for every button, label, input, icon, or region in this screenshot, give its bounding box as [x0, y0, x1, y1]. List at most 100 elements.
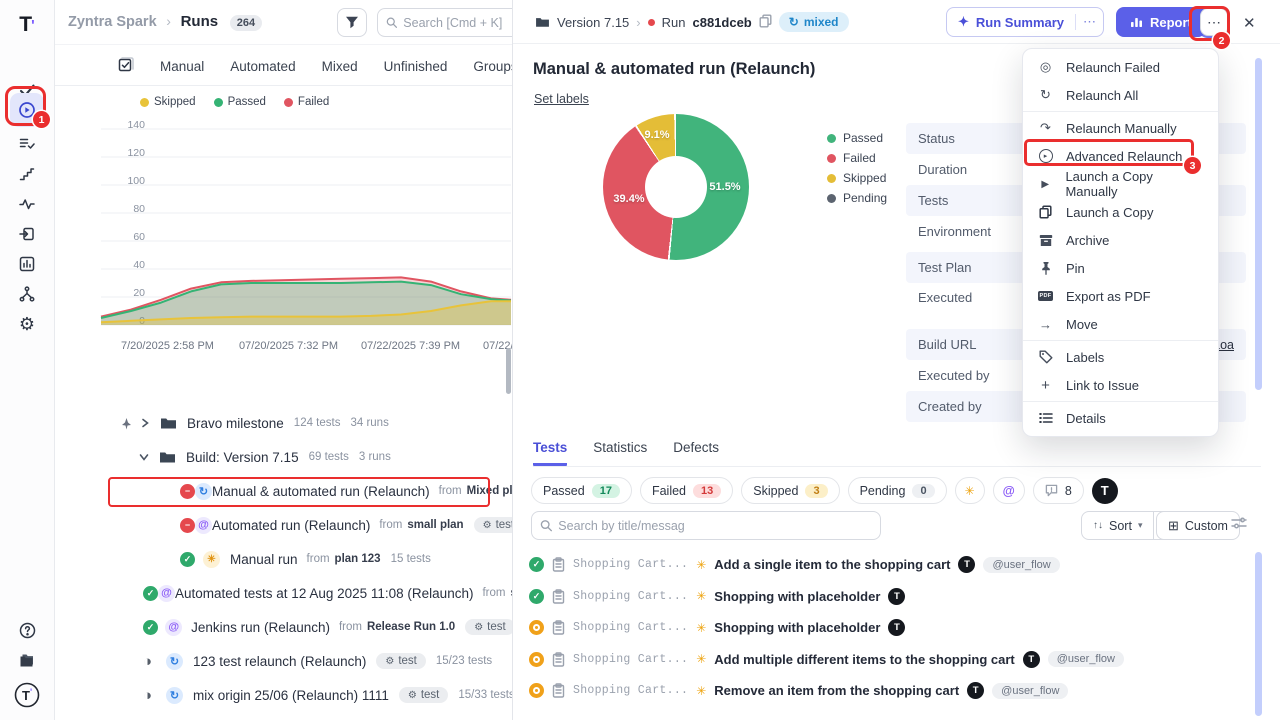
- version-crumb[interactable]: Version 7.15: [557, 15, 629, 30]
- runs-search[interactable]: [377, 8, 512, 37]
- menu-item-relaunch-manually[interactable]: ↷Relaunch Manually: [1023, 114, 1218, 142]
- runs-history-area-chart[interactable]: [100, 122, 512, 328]
- tree-row-run-mix-origin[interactable]: ◑ ↻ mix origin 25/06 (Relaunch) 1111 ⚙te…: [117, 678, 512, 712]
- legend-skipped[interactable]: Skipped: [140, 96, 196, 108]
- menu-item-launch-copy[interactable]: Launch a Copy: [1023, 198, 1218, 226]
- test-row[interactable]: Shopping Cart... ✳ Add multiple differen…: [529, 644, 1269, 676]
- run-name[interactable]: Automated run (Relaunch): [212, 518, 370, 533]
- copy-icon[interactable]: [759, 14, 772, 31]
- suite-name[interactable]: Shopping Cart...: [573, 621, 688, 634]
- milestone-name[interactable]: Bravo milestone: [187, 416, 284, 431]
- menu-item-launch-copy-manually[interactable]: ▶Launch a Copy Manually: [1023, 170, 1218, 198]
- menu-item-relaunch-failed[interactable]: ◎Relaunch Failed: [1023, 53, 1218, 81]
- tree-row-bravo-milestone[interactable]: Bravo milestone 124 tests 34 runs: [117, 406, 512, 440]
- assignee-badge[interactable]: T: [967, 682, 984, 699]
- test-label-badge[interactable]: ⚙test: [474, 517, 512, 533]
- filter-button[interactable]: [337, 8, 367, 37]
- run-id[interactable]: c881dceb: [692, 15, 751, 30]
- plan-name[interactable]: small plan: [407, 519, 463, 531]
- tag-user-flow[interactable]: @user_flow: [983, 557, 1059, 573]
- menu-item-pin[interactable]: Pin: [1023, 254, 1218, 282]
- tune-filters-icon[interactable]: [1231, 515, 1247, 534]
- filter-failed[interactable]: Failed13: [640, 477, 733, 504]
- legend-failed[interactable]: Failed: [284, 96, 329, 108]
- docs-folder-icon[interactable]: [10, 648, 44, 672]
- tests-scrollbar[interactable]: [1255, 552, 1262, 716]
- tree-row-run-123-relaunch[interactable]: ◑ ↻ 123 test relaunch (Relaunch) ⚙test 1…: [117, 644, 512, 678]
- tab-tests[interactable]: Tests: [533, 440, 567, 466]
- breadcrumb-project[interactable]: Zyntra Spark: [68, 14, 157, 30]
- menu-item-details[interactable]: Details: [1023, 404, 1218, 432]
- suite-name[interactable]: Shopping Cart...: [573, 684, 688, 697]
- plan-name[interactable]: plan 123: [335, 553, 381, 565]
- menu-item-move[interactable]: →Move: [1023, 310, 1218, 338]
- menu-item-link-to-issue[interactable]: +Link to Issue: [1023, 371, 1218, 399]
- menu-item-export-pdf[interactable]: PDFExport as PDF: [1023, 282, 1218, 310]
- tests-search[interactable]: [531, 511, 881, 540]
- suite-name[interactable]: Shopping Cart...: [573, 653, 688, 666]
- test-label-badge[interactable]: ⚙test: [376, 653, 426, 669]
- test-row[interactable]: ✓ Shopping Cart... ✳ Shopping with place…: [529, 581, 1269, 613]
- tag-user-flow[interactable]: @user_flow: [1048, 651, 1124, 667]
- assignee-badge[interactable]: T: [958, 556, 975, 573]
- tag-user-flow[interactable]: @user_flow: [992, 683, 1068, 699]
- test-row[interactable]: Shopping Cart... ✳ Shopping with placeho…: [529, 612, 1269, 644]
- sort-button[interactable]: ↑↓Sort▾: [1081, 511, 1154, 540]
- run-name[interactable]: mix origin 25/06 (Relaunch) 1111: [193, 688, 389, 703]
- activity-pulse-icon[interactable]: [10, 192, 44, 216]
- import-icon[interactable]: [10, 222, 44, 246]
- test-title[interactable]: Add multiple different items to the shop…: [714, 652, 1014, 667]
- assignee-badge[interactable]: T: [888, 619, 905, 636]
- left-scrollbar[interactable]: [506, 348, 511, 394]
- plan-name[interactable]: Mixed plan: [467, 485, 512, 497]
- suite-name[interactable]: Shopping Cart...: [573, 558, 688, 571]
- help-icon[interactable]: [10, 618, 44, 642]
- reports-chart-icon[interactable]: [10, 252, 44, 276]
- test-title[interactable]: Add a single item to the shopping cart: [714, 557, 950, 572]
- tab-groups[interactable]: Groups: [473, 59, 512, 74]
- test-label-badge[interactable]: ⚙test: [399, 687, 449, 703]
- assignee-badge[interactable]: T: [1023, 651, 1040, 668]
- tab-defects[interactable]: Defects: [673, 440, 719, 466]
- test-row[interactable]: ✓ Shopping Cart... ✳ Add a single item t…: [529, 549, 1269, 581]
- custom-button[interactable]: ⊞Custom: [1156, 511, 1240, 540]
- tab-automated[interactable]: Automated: [230, 59, 295, 74]
- report-button[interactable]: Report: [1116, 7, 1206, 37]
- filter-comments[interactable]: 8: [1033, 477, 1084, 504]
- ai-bot-button[interactable]: T: [1092, 478, 1118, 504]
- run-name[interactable]: Jenkins run (Relaunch): [191, 620, 330, 635]
- test-label-badge[interactable]: ⚙test: [465, 619, 512, 635]
- chevron-down-icon[interactable]: [139, 452, 149, 462]
- test-title[interactable]: Shopping with placeholder: [714, 589, 880, 604]
- run-name[interactable]: Automated tests at 12 Aug 2025 11:08 (Re…: [175, 586, 473, 601]
- test-row[interactable]: Shopping Cart... ✳ Remove an item from t…: [529, 675, 1269, 707]
- test-plans-icon[interactable]: [10, 132, 44, 156]
- settings-gear-icon[interactable]: ⚙: [10, 312, 44, 336]
- menu-item-labels[interactable]: Labels: [1023, 343, 1218, 371]
- tree-row-run-automated[interactable]: − @ Automated run (Relaunch) from small …: [117, 508, 512, 542]
- milestones-stairs-icon[interactable]: [10, 162, 44, 186]
- tab-unfinished[interactable]: Unfinished: [384, 59, 448, 74]
- run-summary-button[interactable]: ✦Run Summary: [947, 14, 1075, 30]
- tree-row-run-jenkins[interactable]: ✓ @ Jenkins run (Relaunch) from Release …: [117, 610, 512, 644]
- filter-passed[interactable]: Passed17: [531, 477, 632, 504]
- mixed-type-badge[interactable]: ↻mixed: [779, 12, 849, 32]
- set-labels-link[interactable]: Set labels: [534, 92, 589, 106]
- assignee-badge[interactable]: T: [888, 588, 905, 605]
- menu-item-relaunch-all[interactable]: ↻Relaunch All: [1023, 81, 1218, 109]
- menu-item-archive[interactable]: Archive: [1023, 226, 1218, 254]
- workspace-logo-icon[interactable]: T': [10, 678, 44, 712]
- filter-automated-type[interactable]: @: [993, 477, 1025, 504]
- test-title[interactable]: Shopping with placeholder: [714, 620, 880, 635]
- search-input[interactable]: [403, 16, 512, 30]
- filter-pending[interactable]: Pending0: [848, 477, 947, 504]
- tab-statistics[interactable]: Statistics: [593, 440, 647, 466]
- build-folder-name[interactable]: Build: Version 7.15: [186, 450, 299, 465]
- details-scrollbar[interactable]: [1255, 58, 1262, 390]
- filter-manual-type[interactable]: ✳: [955, 477, 985, 504]
- filter-skipped[interactable]: Skipped3: [741, 477, 839, 504]
- tab-manual[interactable]: Manual: [160, 59, 204, 74]
- test-title[interactable]: Remove an item from the shopping cart: [714, 683, 959, 698]
- tree-row-run-manual[interactable]: ✓ ✳ Manual run from plan 123 15 tests: [117, 542, 512, 576]
- select-all-icon[interactable]: [117, 57, 134, 77]
